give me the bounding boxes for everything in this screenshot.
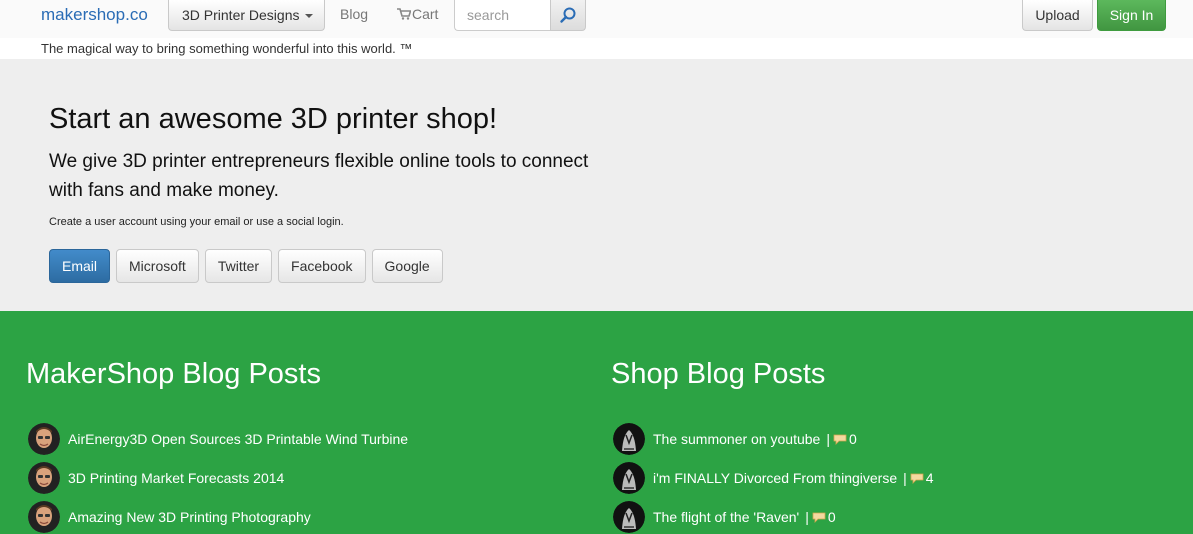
designs-dropdown-label: 3D Printer Designs	[182, 7, 300, 23]
shop-blog-heading: Shop Blog Posts	[611, 358, 826, 390]
comment-bubble-icon	[910, 473, 924, 484]
microsoft-login-button[interactable]: Microsoft	[116, 249, 199, 283]
hero-subtitle: We give 3D printer entrepreneurs flexibl…	[49, 151, 589, 201]
nav-blog-link[interactable]: Blog	[340, 6, 368, 22]
post-title-link[interactable]: AirEnergy3D Open Sources 3D Printable Wi…	[68, 431, 408, 447]
upload-button[interactable]: Upload	[1022, 0, 1093, 31]
designs-dropdown[interactable]: 3D Printer Designs	[168, 0, 325, 31]
hero-title: Start an awesome 3D printer shop!	[49, 103, 498, 135]
author-avatar	[28, 501, 60, 533]
search-icon	[560, 7, 576, 23]
brand-logo-link[interactable]: makershop.co	[41, 5, 148, 25]
comment-count: | 0	[805, 509, 836, 525]
facebook-login-button[interactable]: Facebook	[278, 249, 366, 283]
post-title-link[interactable]: i'm FINALLY Divorced From thingiverse	[653, 470, 897, 486]
twitter-login-button[interactable]: Twitter	[204, 249, 273, 283]
comment-count-value: 0	[848, 431, 857, 447]
comment-count-value: 0	[827, 509, 836, 525]
comment-count: | 0	[826, 431, 857, 447]
top-navbar: makershop.co 3D Printer Designs Blog Car…	[0, 0, 1193, 38]
list-item[interactable]: AirEnergy3D Open Sources 3D Printable Wi…	[28, 423, 408, 455]
nav-cart-link[interactable]: Cart	[397, 6, 438, 22]
list-item[interactable]: The flight of the 'Raven' | 0	[613, 501, 836, 533]
comment-count-value: 4	[925, 470, 934, 486]
blog-section: MakerShop Blog Posts AirEnergy3D Open So…	[0, 311, 1193, 534]
list-item[interactable]: The summoner on youtube | 0	[613, 423, 857, 455]
shop-avatar	[613, 501, 645, 533]
hero-signup-note: Create a user account using your email o…	[49, 216, 344, 228]
author-avatar	[28, 423, 60, 455]
search-input[interactable]	[454, 0, 551, 31]
makershop-blog-heading: MakerShop Blog Posts	[26, 358, 321, 390]
tagline: The magical way to bring something wonde…	[41, 41, 413, 56]
email-login-button[interactable]: Email	[49, 249, 111, 283]
caret-down-icon	[304, 14, 313, 18]
comment-bubble-icon	[833, 434, 847, 445]
cart-icon	[397, 8, 411, 20]
comment-count: | 4	[903, 470, 934, 486]
list-item[interactable]: i'm FINALLY Divorced From thingiverse | …	[613, 462, 934, 494]
shop-avatar	[613, 462, 645, 494]
shop-avatar	[613, 423, 645, 455]
comment-bubble-icon	[812, 512, 826, 523]
author-avatar	[28, 462, 60, 494]
nav-cart-label: Cart	[412, 6, 439, 22]
hero-section: Start an awesome 3D printer shop! We giv…	[0, 59, 1193, 311]
search-button[interactable]	[550, 0, 586, 31]
post-title-link[interactable]: The summoner on youtube	[653, 431, 820, 447]
post-title-link[interactable]: The flight of the 'Raven'	[653, 509, 799, 525]
post-title-link[interactable]: Amazing New 3D Printing Photography	[68, 509, 311, 525]
list-item[interactable]: Amazing New 3D Printing Photography	[28, 501, 311, 533]
sign-in-button[interactable]: Sign In	[1097, 0, 1166, 31]
login-button-group: Email Microsoft Twitter Facebook Google	[49, 249, 443, 283]
post-title-link[interactable]: 3D Printing Market Forecasts 2014	[68, 470, 284, 486]
google-login-button[interactable]: Google	[371, 249, 443, 283]
list-item[interactable]: 3D Printing Market Forecasts 2014	[28, 462, 284, 494]
